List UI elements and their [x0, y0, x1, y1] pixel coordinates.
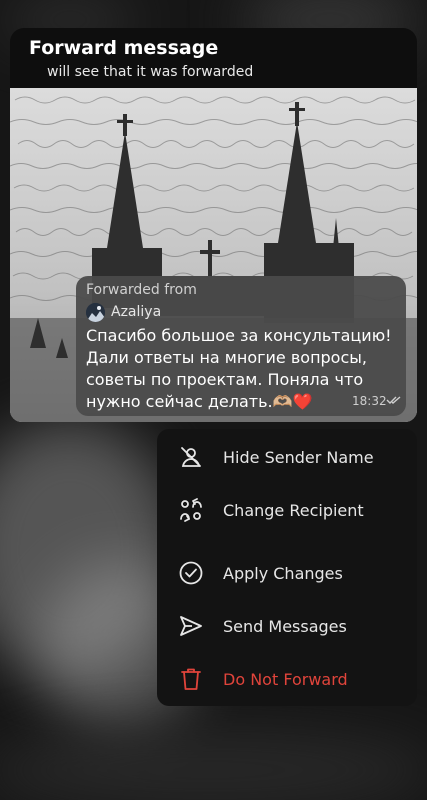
sender-row: Azaliya: [86, 302, 161, 322]
forwarded-from-label: Forwarded from: [86, 282, 197, 298]
forward-header: Forward message will see that it was for…: [10, 28, 417, 88]
page-title: Forward message: [29, 37, 219, 59]
change-recipient-icon: [177, 496, 205, 524]
menu-item-label: Hide Sender Name: [223, 447, 374, 467]
header-subtitle: will see that it was forwarded: [47, 64, 254, 80]
menu-item-change-recipient[interactable]: Change Recipient: [157, 488, 417, 532]
menu-item-label: Apply Changes: [223, 563, 343, 583]
menu-item-send-messages[interactable]: Send Messages: [157, 604, 417, 648]
send-icon: [177, 612, 205, 640]
message-time: 18:32: [352, 394, 387, 408]
sender-avatar: [86, 302, 105, 322]
forwarded-message-bubble: Forwarded from Azaliya Спасибо большое з…: [76, 276, 406, 416]
menu-item-label: Send Messages: [223, 616, 347, 636]
menu-item-apply-changes[interactable]: Apply Changes: [157, 551, 417, 595]
hide-sender-icon: [177, 443, 205, 471]
menu-item-label: Do Not Forward: [223, 669, 348, 689]
menu-item-hide-sender-name[interactable]: Hide Sender Name: [157, 435, 417, 479]
check-circle-icon: [177, 559, 205, 587]
menu-item-label: Change Recipient: [223, 500, 364, 520]
double-check-icon: [386, 396, 401, 404]
forward-options-menu: Hide Sender Name Change Recipient Apply …: [157, 429, 417, 706]
trash-icon: [177, 665, 205, 693]
message-preview: Forwarded from Azaliya Спасибо большое з…: [10, 88, 417, 422]
sender-name: Azaliya: [111, 304, 162, 320]
menu-item-do-not-forward[interactable]: Do Not Forward: [157, 657, 417, 701]
